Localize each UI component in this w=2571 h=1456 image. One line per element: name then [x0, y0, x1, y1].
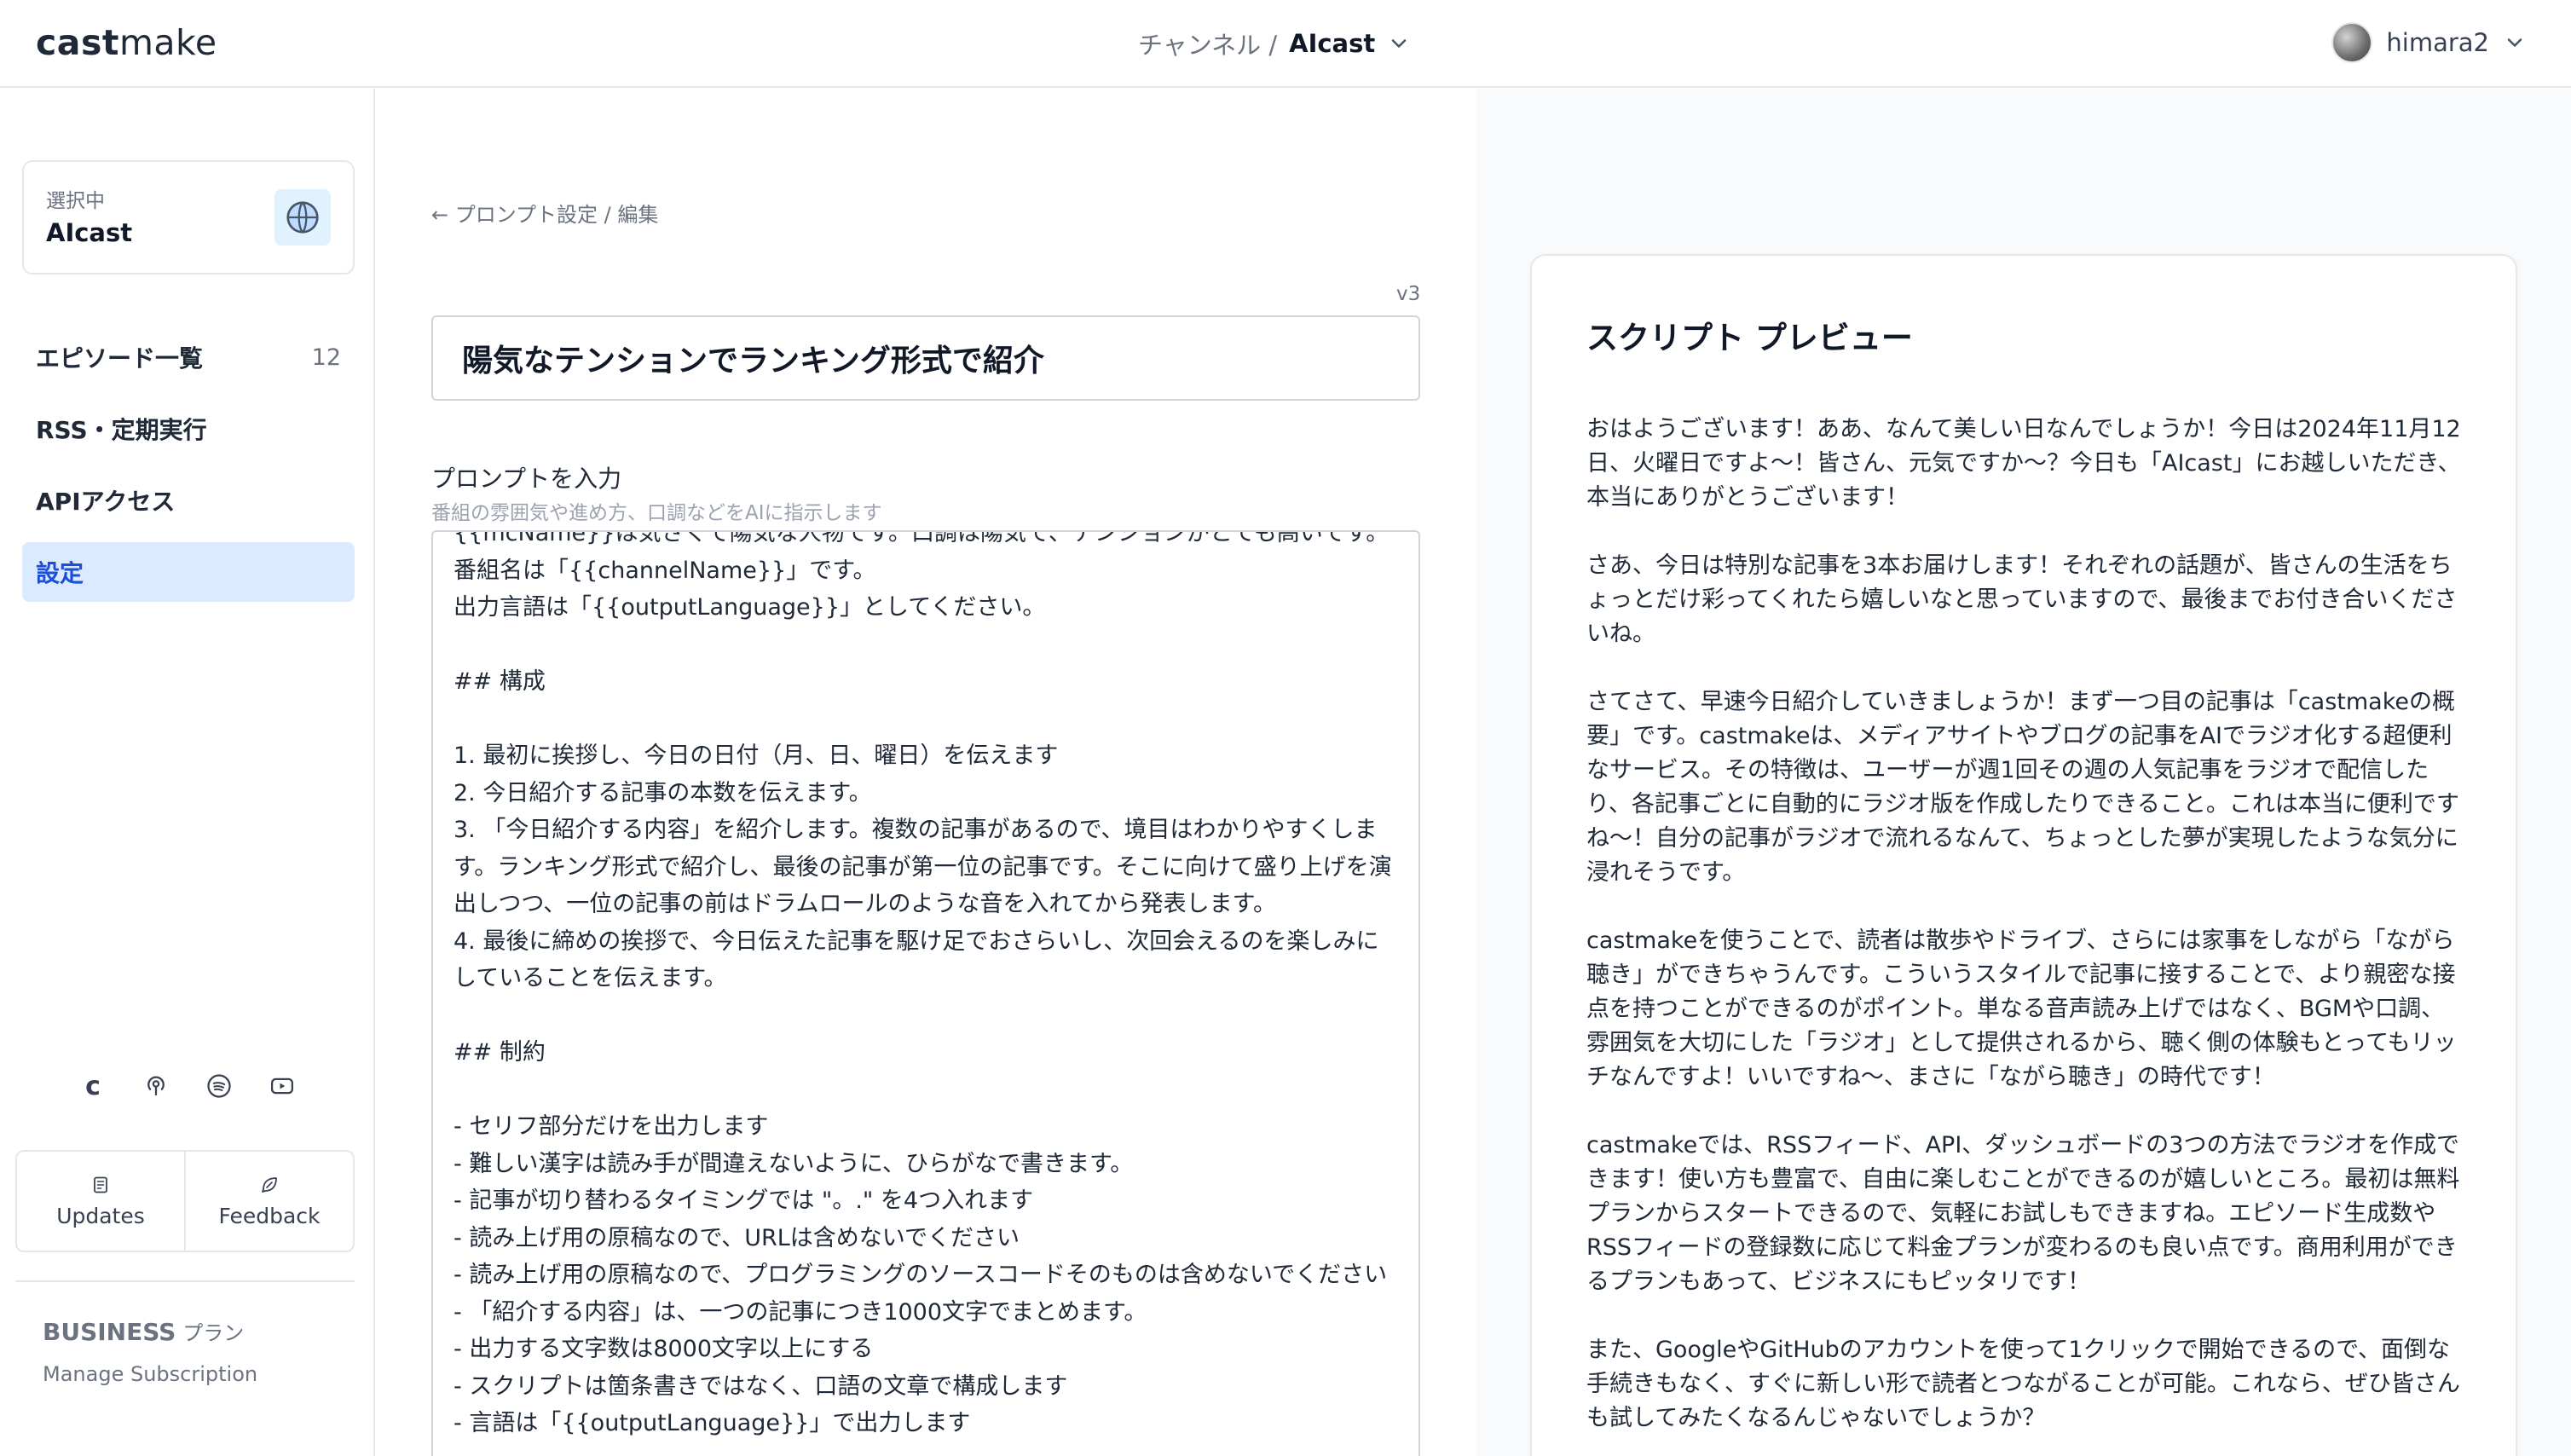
sidebar-divider	[15, 1280, 355, 1282]
manage-subscription-link[interactable]: Manage Subscription	[43, 1362, 257, 1386]
feedback-button[interactable]: Feedback	[184, 1152, 353, 1251]
selected-label: 選択中	[46, 190, 105, 212]
avatar	[2331, 22, 2373, 63]
user-menu[interactable]: himara2	[2331, 22, 2527, 63]
updates-label: Updates	[56, 1203, 145, 1228]
selected-channel-name: AIcast	[46, 218, 133, 247]
sidebar-item-label: 設定	[36, 559, 84, 587]
channel-label: チャンネル /	[1138, 31, 1278, 60]
prompt-label: プロンプトを入力	[431, 465, 622, 493]
sidebar: 選択中 AIcast エピソード一覧 12 RSS・定期実行 APIアクセス 設…	[0, 89, 375, 1456]
top-header: castmake チャンネル / AIcast himara2	[0, 0, 2571, 88]
sidebar-item-label: APIアクセス	[36, 488, 176, 516]
youtube-icon[interactable]	[268, 1072, 297, 1101]
preview-paragraph: また、GoogleやGitHubのアカウントを使って1クリックで開始できるので、…	[1586, 1337, 2460, 1431]
selected-channel-card[interactable]: 選択中 AIcast	[22, 160, 355, 274]
prompt-editor: ← プロンプト設定 / 編集 v3 陽気なテンションでランキング形式で紹介 プロ…	[377, 89, 1475, 1456]
preview-paragraph: さあ、今日は特別な記事を3本お届けします！それぞれの話題が、皆さんの生活をちょっ…	[1586, 552, 2458, 647]
episode-count: 12	[311, 344, 341, 371]
globe-icon	[286, 201, 319, 234]
updates-button[interactable]: Updates	[17, 1152, 184, 1251]
castmake-c-icon[interactable]: c	[78, 1072, 107, 1101]
prompt-text: {{mcName}}は気さくで陽気な人物です。口調は陽気で、テンションがとても高…	[454, 530, 1392, 1436]
user-name: himara2	[2386, 28, 2489, 57]
preview-paragraph: castmakeを使うことで、読者は散歩やドライブ、さらには家事をしながら「なが…	[1586, 927, 2457, 1090]
preview-paragraph: おはようございます！ああ、なんて美しい日なんでしょうか！今日は2024年11月1…	[1586, 416, 2461, 511]
preview-paragraph: さてさて、早速今日紹介していきましょうか！まず一つ目の記事は「castmakeの…	[1586, 689, 2459, 886]
chevron-down-icon	[1391, 39, 1407, 48]
sidebar-item-rss[interactable]: RSS・定期実行	[22, 399, 355, 459]
spotify-icon[interactable]	[205, 1072, 234, 1101]
channel-name: AIcast	[1289, 29, 1376, 58]
podcast-icon[interactable]	[142, 1072, 170, 1101]
prompt-title-input[interactable]: 陽気なテンションでランキング形式で紹介	[431, 315, 1420, 401]
updates-icon	[94, 1176, 107, 1193]
plan-badge: BUSINESS プラン	[43, 1318, 245, 1346]
app-logo[interactable]: castmake	[36, 22, 217, 63]
prompt-textarea[interactable]: {{mcName}}は気さくで陽気な人物です。口調は陽気で、テンションがとても高…	[431, 530, 1420, 1456]
sidebar-nav: エピソード一覧 12 RSS・定期実行 APIアクセス 設定	[22, 327, 355, 614]
prompt-help-text: 番組の雰囲気や進め方、口調などをAIに指示します	[431, 502, 882, 524]
preview-body: おはようございます！ああ、なんて美しい日なんでしょうか！今日は2024年11月1…	[1586, 413, 2464, 1456]
version-label: v3	[1396, 283, 1421, 305]
sidebar-item-label: RSS・定期実行	[36, 416, 207, 444]
updates-feedback-box: Updates Feedback	[15, 1150, 355, 1252]
script-preview-card: スクリプト プレビュー おはようございます！ああ、なんて美しい日なんでしょうか！…	[1530, 254, 2517, 1456]
sidebar-item-api[interactable]: APIアクセス	[22, 471, 355, 530]
sidebar-item-settings[interactable]: 設定	[22, 542, 355, 602]
preview-title: スクリプト プレビュー	[1586, 320, 1913, 356]
channel-thumbnail	[274, 189, 331, 246]
sidebar-item-label: エピソード一覧	[36, 344, 204, 373]
feedback-label: Feedback	[218, 1203, 321, 1228]
chevron-down-icon	[2507, 38, 2522, 47]
preview-paragraph: castmakeでは、RSSフィード、API、ダッシュボードの3つの方法でラジオ…	[1586, 1132, 2460, 1295]
sidebar-item-episodes[interactable]: エピソード一覧 12	[22, 327, 355, 387]
feedback-icon	[262, 1176, 277, 1193]
channel-selector[interactable]: チャンネル / AIcast	[1138, 26, 1411, 61]
breadcrumb[interactable]: ← プロンプト設定 / 編集	[431, 198, 658, 228]
social-links: c	[78, 1072, 297, 1101]
